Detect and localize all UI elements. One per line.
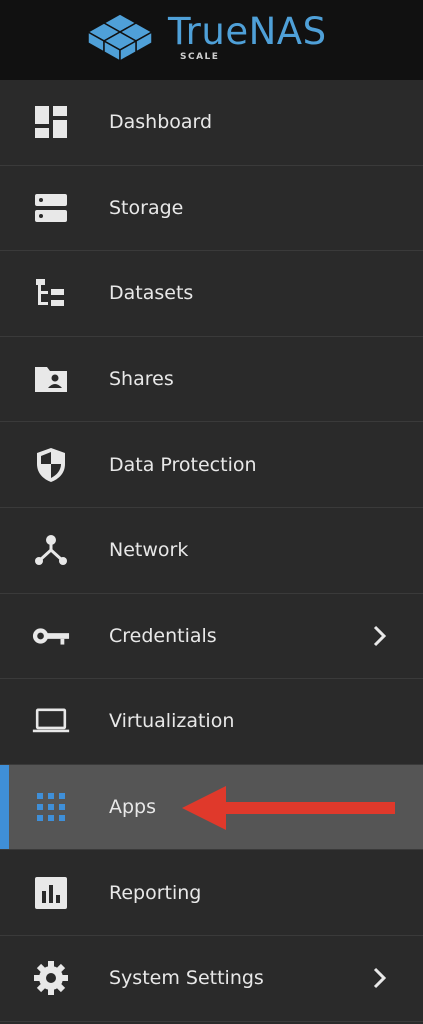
sidebar-item-label: Storage [109, 196, 184, 219]
sidebar-item-shares[interactable]: Shares [0, 337, 423, 423]
bar-chart-icon [32, 874, 70, 912]
brand: TrueNAS SCALE [168, 10, 327, 70]
sidebar-item-label: Credentials [109, 624, 217, 647]
sidebar-item-label: Datasets [109, 282, 194, 305]
truenas-logo-mark-icon [86, 13, 154, 63]
sidebar-item-label: Virtualization [109, 710, 235, 733]
sidebar-item-label: Apps [109, 796, 157, 819]
sidebar-item-label: System Settings [109, 967, 264, 990]
gear-icon [32, 959, 70, 997]
sidebar-item-data-protection[interactable]: Data Protection [0, 422, 423, 508]
sidebar-item-label: Network [109, 539, 189, 562]
datasets-icon [32, 274, 70, 312]
annotation-arrow [182, 786, 395, 830]
dashboard-icon [32, 103, 70, 141]
sidebar-item-label: Shares [109, 368, 174, 391]
sidebar-item-reporting[interactable]: Reporting [0, 850, 423, 936]
truenas-logo[interactable]: TrueNAS SCALE [84, 10, 327, 70]
sidebar-item-virtualization[interactable]: Virtualization [0, 679, 423, 765]
shares-folder-icon [32, 360, 70, 398]
chevron-right-icon[interactable] [371, 967, 389, 989]
shield-icon [32, 446, 70, 484]
chevron-right-icon[interactable] [371, 625, 389, 647]
sidebar-item-network[interactable]: Network [0, 508, 423, 594]
apps-grid-icon [32, 788, 70, 826]
sidebar-item-storage[interactable]: Storage [0, 166, 423, 252]
sidebar-nav: Dashboard Storage Datasets Shares Data P… [0, 80, 423, 1022]
laptop-icon [32, 702, 70, 740]
storage-icon [32, 189, 70, 227]
key-icon [32, 617, 70, 655]
active-indicator [0, 764, 9, 850]
top-bar: TrueNAS SCALE [0, 0, 423, 80]
sidebar-item-label: Data Protection [109, 453, 257, 476]
brand-name: TrueNAS [168, 10, 327, 53]
sidebar-item-datasets[interactable]: Datasets [0, 251, 423, 337]
sidebar-item-label: Reporting [109, 881, 202, 904]
sidebar-item-label: Dashboard [109, 111, 213, 134]
sidebar-item-dashboard[interactable]: Dashboard [0, 80, 423, 166]
sidebar-item-credentials[interactable]: Credentials [0, 594, 423, 680]
brand-edition: SCALE [180, 52, 220, 62]
network-icon [32, 531, 70, 569]
sidebar-item-system-settings[interactable]: System Settings [0, 936, 423, 1022]
